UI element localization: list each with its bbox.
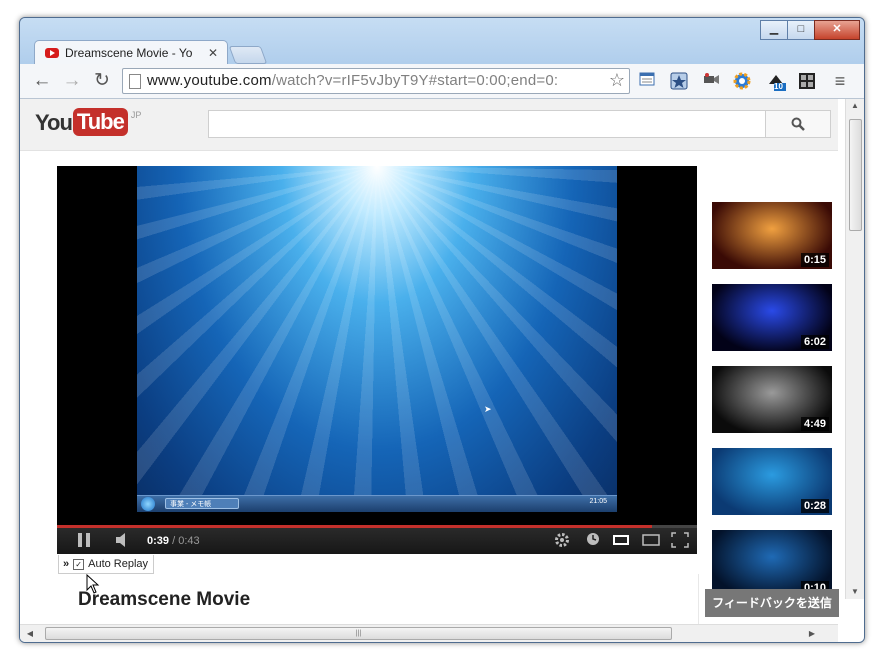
url-path: /watch?v=rIF5vJbyT9Y#start=0:00;end=0: [271,72,559,89]
horizontal-scroll-thumb[interactable]: ||| [45,627,672,640]
new-tab-button[interactable] [228,46,268,64]
settings-button[interactable] [554,532,570,552]
forward-button[interactable]: → [60,69,84,93]
desktop-taskbar: 事業 - メモ帳 21:05 [137,495,617,512]
light-rays [137,166,617,512]
window-controls: ▁ □ ✕ [760,20,860,40]
send-feedback-button[interactable]: フィードバックを送信 [705,589,839,617]
tab-close-icon[interactable]: ✕ [205,46,221,60]
minimize-button[interactable]: ▁ [760,20,788,40]
youtube-favicon-icon [45,48,59,58]
pause-icon [78,533,90,547]
desktop-cursor-icon: ➤ [484,404,492,414]
auto-replay-label: Auto Replay [88,557,149,570]
related-video-thumbnail[interactable]: 0:28 [712,448,832,515]
start-orb-icon [141,497,155,511]
fullscreen-button[interactable] [671,532,689,552]
browser-window: ▁ □ ✕ Dreamscene Movie - Yo ✕ ← → ↻ www.… [19,17,865,643]
scroll-right-icon[interactable]: ▶ [804,625,820,642]
video-duration-badge: 6:02 [800,335,829,349]
scroll-left-icon[interactable]: ◀ [22,625,38,642]
chrome-menu-icon[interactable]: ≡ [828,69,852,93]
search-icon [791,117,805,131]
youtube-masthead: You Tube JP [20,99,838,151]
time-display: 0:39 / 0:43 [147,532,200,550]
tab-title: Dreamscene Movie - Yo [65,46,193,60]
pause-button[interactable] [77,532,91,552]
volume-icon [116,533,125,547]
vertical-scrollbar[interactable]: ▲ ▼ [845,99,864,599]
address-bar[interactable]: www.youtube.com/watch?v=rIF5vJbyT9Y#star… [122,68,630,94]
video-title: Dreamscene Movie [78,589,251,610]
vertical-scroll-thumb[interactable] [849,119,862,231]
url-text: www.youtube.com/watch?v=rIF5vJbyT9Y#star… [147,72,558,89]
video-duration-badge: 0:28 [800,499,829,513]
large-player-icon [642,534,660,546]
related-video-thumbnail[interactable]: 4:49 [712,366,832,433]
extension-badge-count: 10 [774,82,783,91]
related-video-thumbnail[interactable]: 0:15 [712,202,832,269]
mute-button[interactable] [115,532,129,552]
related-video-thumbnail[interactable]: 0:10 [712,530,832,597]
video-duration-badge: 4:49 [800,417,829,431]
search-button[interactable] [765,110,831,138]
taskbar-app: 事業 - メモ帳 [165,498,239,509]
logo-you: You [35,110,73,135]
bookmark-star-icon[interactable]: ☆ [609,70,625,91]
search-input[interactable] [208,110,766,138]
ext-bookmark-star-icon[interactable] [670,72,688,90]
related-video-thumbnail[interactable]: 6:02 [712,284,832,351]
small-player-icon [613,535,629,545]
youtube-logo[interactable]: You Tube JP [35,108,141,138]
scroll-down-icon[interactable]: ▼ [846,585,864,599]
horizontal-scrollbar[interactable]: ◀ ||| ▶ [20,624,838,642]
expand-chevron-icon[interactable]: » [63,556,69,573]
page-icon [129,74,141,89]
ext-window-icon[interactable] [638,72,656,90]
video-player[interactable]: ➤ 事業 - メモ帳 21:05 0:39 / 0:43 [57,166,697,554]
large-player-button[interactable] [642,532,660,550]
current-time: 0:39 [147,535,170,547]
logo-region: JP [130,110,142,120]
logo-tube: Tube [72,108,128,136]
duration: 0:43 [178,535,200,547]
scroll-up-icon[interactable]: ▲ [846,99,864,113]
video-duration-badge: 0:15 [800,253,829,267]
ext-gear-icon[interactable] [733,72,751,90]
time-separator: / [169,535,179,547]
ext-camera-icon[interactable] [702,72,720,90]
close-window-button[interactable]: ✕ [814,20,860,40]
watch-later-button[interactable] [586,532,600,550]
maximize-button[interactable]: □ [787,20,815,40]
video-frame: ➤ 事業 - メモ帳 21:05 [137,166,617,512]
url-host: www.youtube.com [147,72,272,89]
gear-icon [555,533,569,547]
tab-active[interactable]: Dreamscene Movie - Yo ✕ [34,40,228,65]
fullscreen-icon [671,532,689,548]
toolbar: ← → ↻ www.youtube.com/watch?v=rIF5vJbyT9… [20,64,864,99]
reload-button[interactable]: ↻ [90,69,114,93]
clock-icon [587,533,599,545]
small-player-button[interactable] [613,532,629,550]
page-content: You Tube JP ➤ 事業 - メモ帳 21:05 0:39 / 0:43… [20,99,864,642]
auto-replay-checkbox[interactable]: ✓ [73,558,85,570]
ext-badge-icon[interactable]: 10 [766,72,786,91]
taskbar-clock: 21:05 [589,498,607,505]
auto-replay-toggle[interactable]: » ✓ Auto Replay [58,555,155,574]
player-controls: 0:39 / 0:43 [57,528,697,554]
ext-grid-icon[interactable] [798,72,816,90]
back-button[interactable]: ← [30,69,54,93]
